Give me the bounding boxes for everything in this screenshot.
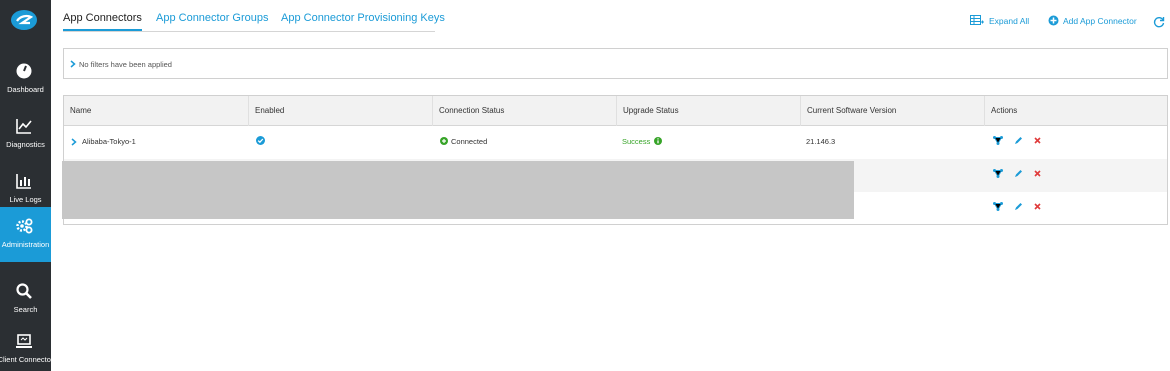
bar-chart-icon: [16, 174, 31, 189]
software-version: 21.146.3: [806, 137, 836, 146]
tab-app-connectors[interactable]: App Connectors: [63, 12, 142, 31]
column-header-actions: Actions: [984, 96, 1167, 126]
column-header-upgrade-status[interactable]: Upgrade Status: [616, 96, 800, 126]
sidebar-item-label: Live Logs: [9, 195, 42, 204]
sidebar-item-label: Diagnostics: [6, 140, 45, 149]
add-app-connector-label: Add App Connector: [1063, 15, 1137, 26]
topology-icon[interactable]: [993, 169, 1003, 178]
info-icon[interactable]: [654, 137, 662, 145]
table-header: Name Enabled Connection Status Upgrade S…: [64, 96, 1167, 126]
topology-icon[interactable]: [993, 202, 1003, 211]
zscaler-logo-icon[interactable]: [10, 8, 38, 32]
tab-app-connector-groups[interactable]: App Connector Groups: [156, 12, 269, 24]
column-header-enabled[interactable]: Enabled: [248, 96, 432, 126]
edit-pencil-icon[interactable]: [1014, 136, 1023, 145]
sidebar-item-label: Search: [13, 305, 38, 314]
expand-row-chevron-icon[interactable]: [71, 138, 77, 146]
laptop-icon: [16, 334, 32, 348]
connection-status: Connected: [451, 137, 488, 146]
delete-x-icon[interactable]: [1034, 203, 1041, 210]
sidebar-item-diagnostics[interactable]: Diagnostics: [0, 107, 51, 162]
sidebar-item-label: Administration: [1, 240, 50, 249]
sidebar: Dashboard Diagnostics Live Logs Administ…: [0, 0, 53, 371]
plus-circle-icon: [1048, 15, 1059, 26]
expand-table-icon: [970, 15, 984, 25]
connected-status-icon: [440, 137, 448, 145]
filter-bar[interactable]: No filters have been applied: [63, 48, 1168, 79]
sidebar-item-label: Dashboard: [7, 85, 44, 94]
topology-icon[interactable]: [993, 136, 1003, 145]
filter-status-text: No filters have been applied: [79, 60, 172, 69]
search-icon: [16, 283, 32, 299]
delete-x-icon[interactable]: [1034, 170, 1041, 177]
refresh-icon[interactable]: [1153, 16, 1165, 28]
tab-bar: App Connectors App Connector Groups App …: [63, 10, 445, 32]
sidebar-item-label: Client Connector: [0, 355, 54, 364]
sidebar-item-administration[interactable]: Administration: [0, 207, 51, 262]
connector-name: Alibaba-Tokyo-1: [82, 137, 136, 146]
sidebar-item-search[interactable]: Search: [0, 272, 51, 327]
delete-x-icon[interactable]: [1034, 137, 1041, 144]
sidebar-item-client-connector[interactable]: Client Connector: [0, 322, 53, 371]
edit-pencil-icon[interactable]: [1014, 169, 1023, 178]
sidebar-item-dashboard[interactable]: Dashboard: [0, 52, 51, 107]
upgrade-status: Success: [622, 137, 651, 146]
edit-pencil-icon[interactable]: [1014, 202, 1023, 211]
expand-all-label: Expand All: [989, 15, 1030, 26]
column-header-name[interactable]: Name: [64, 96, 248, 126]
table-row[interactable]: Alibaba-Tokyo-1 Connected Success 21.146…: [64, 126, 1167, 159]
enabled-check-icon: [256, 136, 265, 145]
column-header-connection-status[interactable]: Connection Status: [432, 96, 616, 126]
redacted-region: [62, 161, 854, 219]
expand-all-button[interactable]: Expand All: [970, 15, 1029, 26]
chevron-right-icon[interactable]: [70, 60, 76, 68]
line-chart-icon: [16, 119, 32, 134]
tab-app-connector-provisioning-keys[interactable]: App Connector Provisioning Keys: [281, 12, 445, 24]
gears-icon: [16, 218, 33, 234]
column-header-software-version[interactable]: Current Software Version: [800, 96, 984, 126]
speedometer-icon: [16, 63, 32, 79]
add-app-connector-button[interactable]: Add App Connector: [1048, 15, 1137, 26]
